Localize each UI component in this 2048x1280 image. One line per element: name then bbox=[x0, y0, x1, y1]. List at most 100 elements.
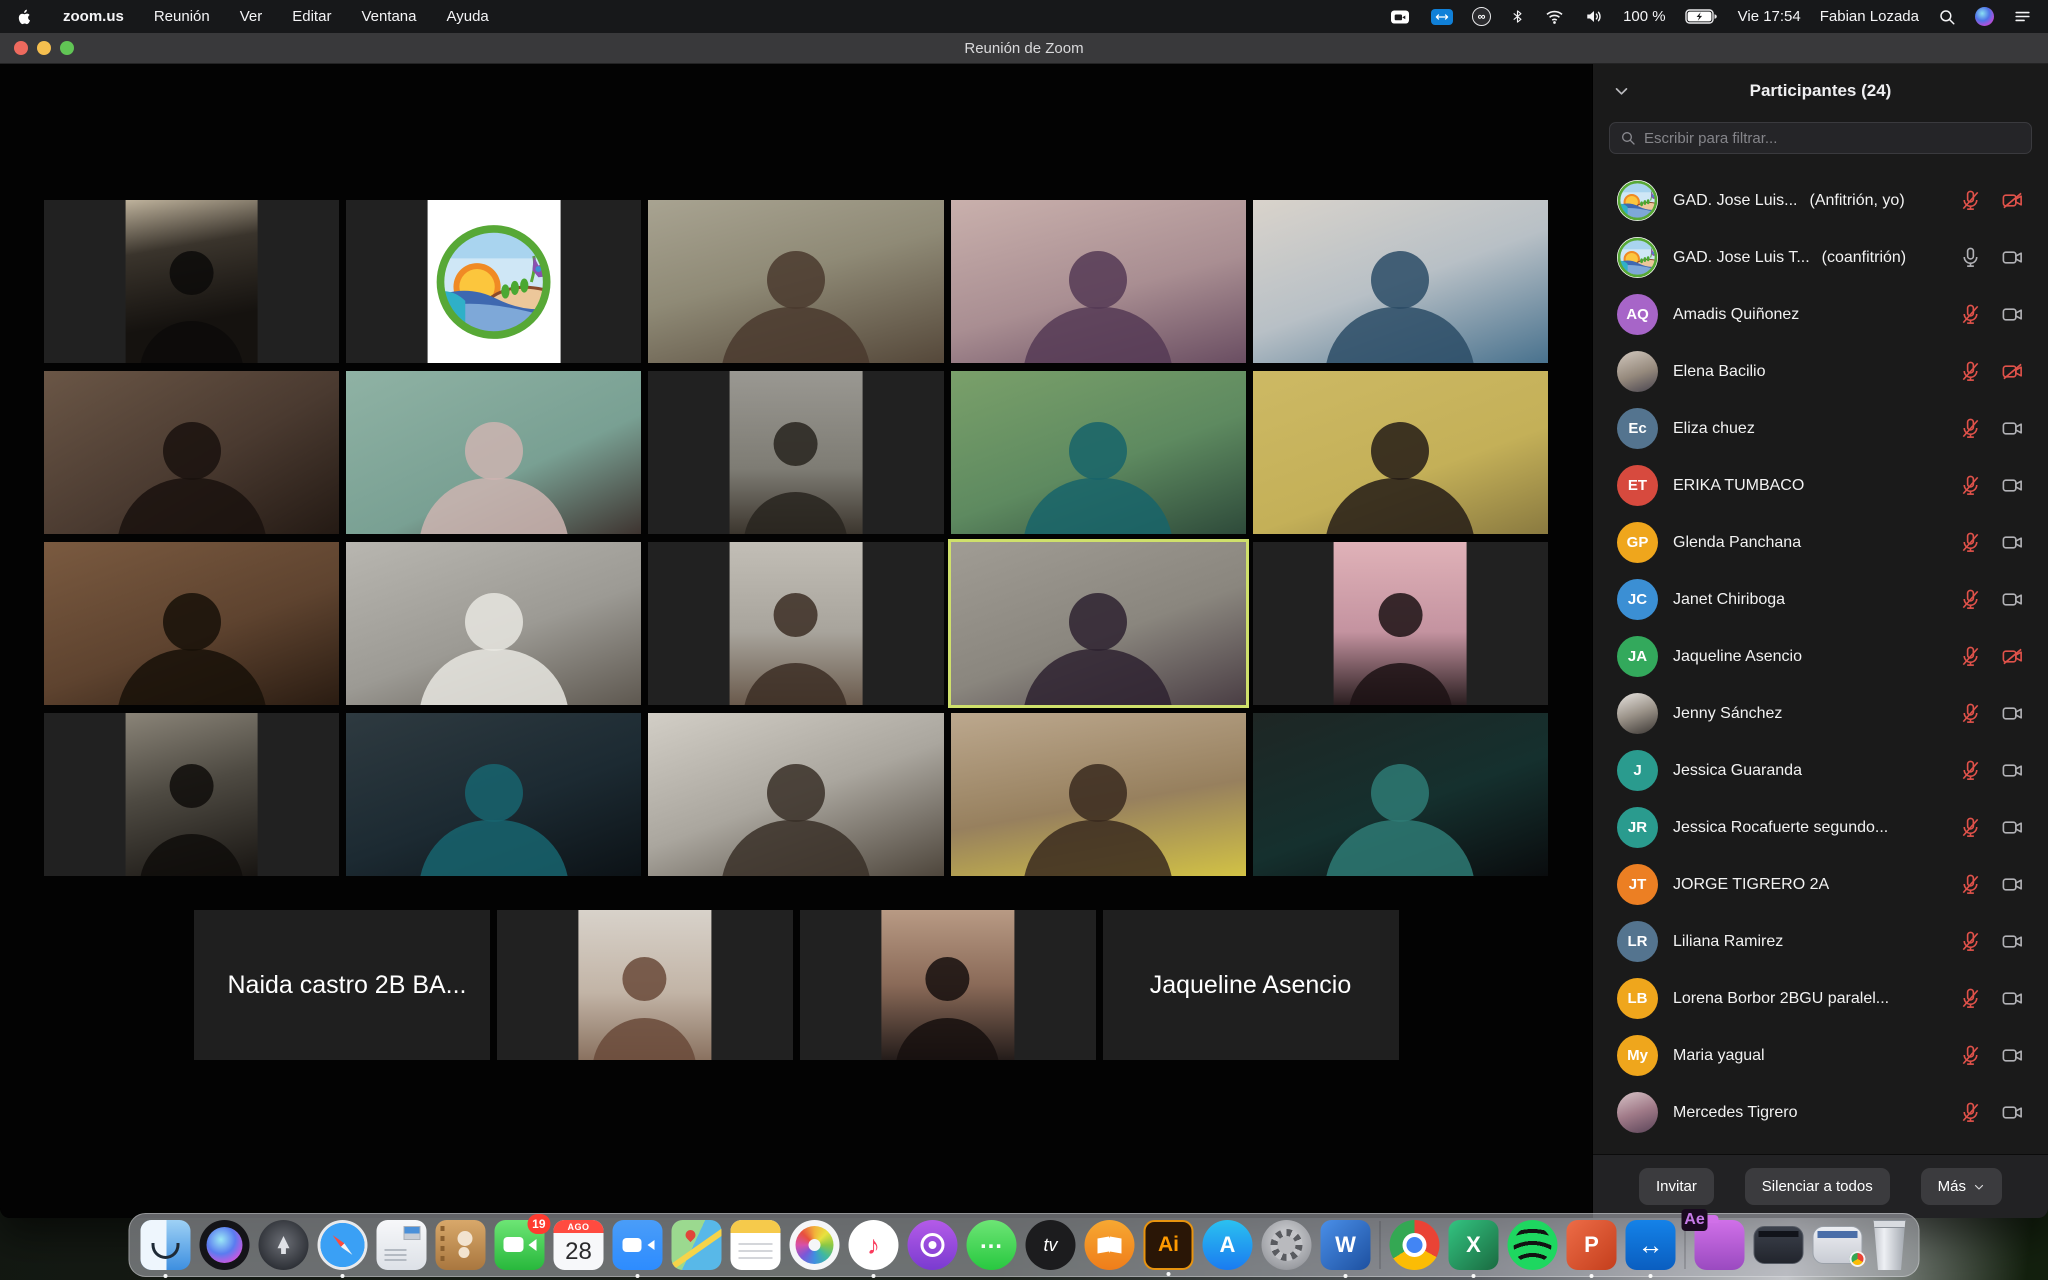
mic-muted-icon[interactable] bbox=[1959, 1101, 1982, 1124]
camera-on-icon[interactable] bbox=[2001, 930, 2024, 953]
camera-on-icon[interactable] bbox=[2001, 702, 2024, 725]
participant-row[interactable]: JC Janet Chiriboga bbox=[1593, 571, 2048, 628]
finder-icon[interactable] bbox=[141, 1220, 191, 1270]
minimized-window-chrome-icon[interactable] bbox=[1813, 1226, 1863, 1264]
fast-user-switch[interactable]: Fabian Lozada bbox=[1820, 8, 1919, 25]
mic-muted-icon[interactable] bbox=[1959, 531, 1982, 554]
menu-ayuda[interactable]: Ayuda bbox=[447, 8, 489, 25]
photos-icon[interactable] bbox=[790, 1220, 840, 1270]
camera-on-icon[interactable] bbox=[2001, 1044, 2024, 1067]
camera-on-icon[interactable] bbox=[2001, 531, 2024, 554]
video-tile[interactable] bbox=[1253, 542, 1548, 705]
siri-dock-icon[interactable] bbox=[200, 1220, 250, 1270]
minimized-window-icon[interactable] bbox=[1754, 1226, 1804, 1264]
app-store-icon[interactable]: A bbox=[1203, 1220, 1253, 1270]
camera-off-icon[interactable] bbox=[2001, 189, 2024, 212]
participant-row[interactable]: JR Jessica Rocafuerte segundo... bbox=[1593, 799, 2048, 856]
camera-off-icon[interactable] bbox=[2001, 360, 2024, 383]
more-button[interactable]: Más bbox=[1921, 1168, 2002, 1205]
mic-muted-icon[interactable] bbox=[1959, 702, 1982, 725]
invite-button[interactable]: Invitar bbox=[1639, 1168, 1714, 1205]
safari-icon[interactable] bbox=[318, 1220, 368, 1270]
camera-off-icon[interactable] bbox=[2001, 645, 2024, 668]
participant-row[interactable]: Elena Bacilio bbox=[1593, 343, 2048, 400]
participant-row[interactable]: LR Liliana Ramirez bbox=[1593, 913, 2048, 970]
menu-reunion[interactable]: Reunión bbox=[154, 8, 210, 25]
participants-list[interactable]: GAD. Jose Luis...(Anfitrión, yo) GAD. Jo… bbox=[1593, 164, 2048, 1154]
trash-icon[interactable] bbox=[1872, 1220, 1908, 1270]
mic-muted-icon[interactable] bbox=[1959, 1044, 1982, 1067]
menu-ventana[interactable]: Ventana bbox=[361, 8, 416, 25]
participant-row[interactable]: Jenny Sánchez bbox=[1593, 685, 2048, 742]
spotlight-icon[interactable] bbox=[1938, 8, 1956, 26]
menu-ver[interactable]: Ver bbox=[240, 8, 263, 25]
mic-muted-icon[interactable] bbox=[1959, 987, 1982, 1010]
mic-muted-icon[interactable] bbox=[1959, 360, 1982, 383]
video-tile[interactable] bbox=[951, 371, 1246, 534]
video-tile[interactable] bbox=[800, 910, 1096, 1060]
video-tile[interactable] bbox=[1253, 713, 1548, 876]
mic-muted-icon[interactable] bbox=[1959, 930, 1982, 953]
books-icon[interactable] bbox=[1085, 1220, 1135, 1270]
video-tile[interactable] bbox=[1253, 371, 1548, 534]
video-tile[interactable] bbox=[346, 371, 641, 534]
mic-muted-icon[interactable] bbox=[1959, 474, 1982, 497]
video-tile[interactable] bbox=[648, 371, 943, 534]
video-tile[interactable] bbox=[346, 542, 641, 705]
music-icon[interactable]: ♪ bbox=[849, 1220, 899, 1270]
video-tile-active-speaker[interactable] bbox=[951, 542, 1246, 705]
video-tile[interactable] bbox=[648, 542, 943, 705]
video-tile[interactable] bbox=[44, 542, 339, 705]
minimize-button[interactable] bbox=[37, 41, 51, 55]
podcasts-icon[interactable] bbox=[908, 1220, 958, 1270]
camera-on-icon[interactable] bbox=[2001, 816, 2024, 839]
apple-menu-icon[interactable] bbox=[16, 7, 33, 27]
bluetooth-icon[interactable] bbox=[1510, 7, 1525, 26]
participant-row[interactable]: GAD. Jose Luis...(Anfitrión, yo) bbox=[1593, 172, 2048, 229]
system-preferences-icon[interactable] bbox=[1262, 1220, 1312, 1270]
camera-on-icon[interactable] bbox=[2001, 303, 2024, 326]
menu-clock[interactable]: Vie 17:54 bbox=[1738, 8, 1801, 25]
participant-row[interactable]: Mercedes Tigrero bbox=[1593, 1084, 2048, 1141]
teamviewer-icon[interactable]: ↔ bbox=[1626, 1220, 1676, 1270]
mic-muted-icon[interactable] bbox=[1959, 417, 1982, 440]
participant-row[interactable]: JA Jaqueline Asencio bbox=[1593, 628, 2048, 685]
participant-row[interactable]: My Maria yagual bbox=[1593, 1027, 2048, 1084]
creative-cloud-icon[interactable]: ∞ bbox=[1472, 7, 1491, 26]
video-tile-logo[interactable] bbox=[346, 200, 641, 363]
notification-center-icon[interactable] bbox=[2013, 7, 2032, 26]
video-tile[interactable] bbox=[44, 371, 339, 534]
participant-row[interactable]: LB Lorena Borbor 2BGU paralel... bbox=[1593, 970, 2048, 1027]
mic-muted-icon[interactable] bbox=[1959, 873, 1982, 896]
video-tile[interactable] bbox=[1253, 200, 1548, 363]
camera-on-icon[interactable] bbox=[2001, 759, 2024, 782]
video-tile[interactable] bbox=[648, 713, 943, 876]
participant-row[interactable]: ET ERIKA TUMBACO bbox=[1593, 457, 2048, 514]
video-tile[interactable] bbox=[951, 200, 1246, 363]
volume-icon[interactable] bbox=[1584, 7, 1604, 26]
video-tile[interactable] bbox=[648, 200, 943, 363]
participant-row[interactable]: GAD. Jose Luis T...(coanfitrión) bbox=[1593, 229, 2048, 286]
illustrator-icon[interactable]: Ai bbox=[1144, 1220, 1194, 1270]
video-tile[interactable] bbox=[44, 200, 339, 363]
mic-muted-icon[interactable] bbox=[1959, 759, 1982, 782]
participant-row[interactable]: J Jessica Guaranda bbox=[1593, 742, 2048, 799]
siri-icon[interactable] bbox=[1975, 7, 1994, 26]
mic-muted-icon[interactable] bbox=[1959, 645, 1982, 668]
mail-icon[interactable] bbox=[377, 1220, 427, 1270]
apple-tv-icon[interactable]: tv bbox=[1026, 1220, 1076, 1270]
window-titlebar[interactable]: Reunión de Zoom bbox=[0, 33, 2048, 64]
camera-on-icon[interactable] bbox=[2001, 246, 2024, 269]
chrome-icon[interactable] bbox=[1390, 1220, 1440, 1270]
participant-row[interactable]: Ec Eliza chuez bbox=[1593, 400, 2048, 457]
mic-muted-icon[interactable] bbox=[1959, 588, 1982, 611]
close-button[interactable] bbox=[14, 41, 28, 55]
video-tile[interactable] bbox=[44, 713, 339, 876]
camera-on-icon[interactable] bbox=[2001, 1101, 2024, 1124]
mic-on-icon[interactable] bbox=[1959, 246, 1982, 269]
launchpad-icon[interactable] bbox=[259, 1220, 309, 1270]
participant-row[interactable]: AQ Amadis Quiñonez bbox=[1593, 286, 2048, 343]
camera-on-icon[interactable] bbox=[2001, 987, 2024, 1010]
word-icon[interactable]: W bbox=[1321, 1220, 1371, 1270]
wifi-icon[interactable] bbox=[1544, 7, 1565, 26]
